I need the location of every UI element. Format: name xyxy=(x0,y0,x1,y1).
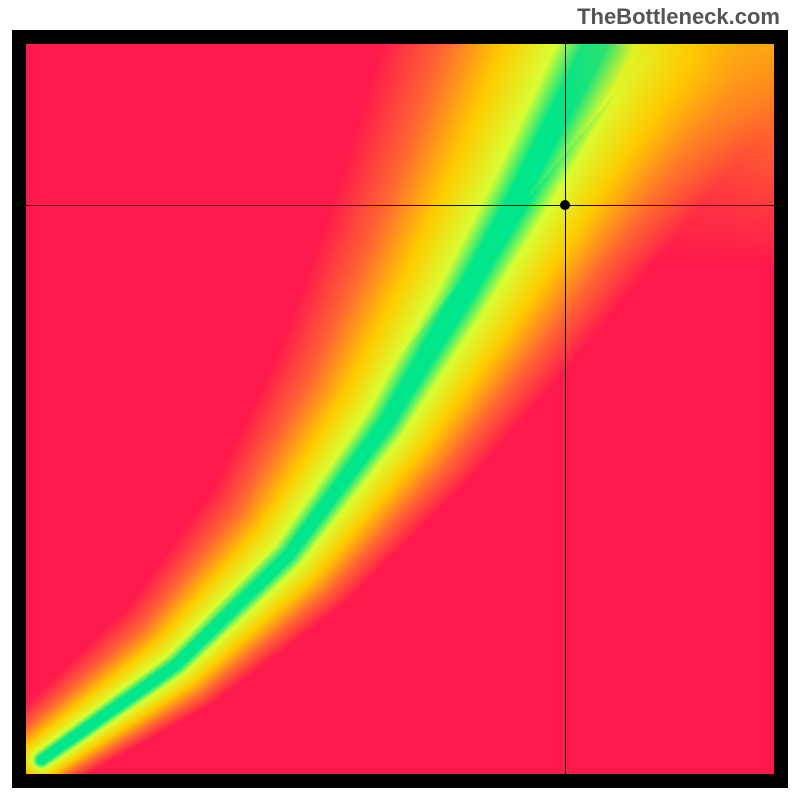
marker-point xyxy=(560,200,570,210)
watermark-text: TheBottleneck.com xyxy=(577,4,780,30)
chart-border xyxy=(12,30,788,788)
crosshair-horizontal xyxy=(26,205,774,206)
heatmap-canvas xyxy=(26,44,774,774)
crosshair-vertical xyxy=(565,44,566,774)
chart-container: TheBottleneck.com xyxy=(0,0,800,800)
